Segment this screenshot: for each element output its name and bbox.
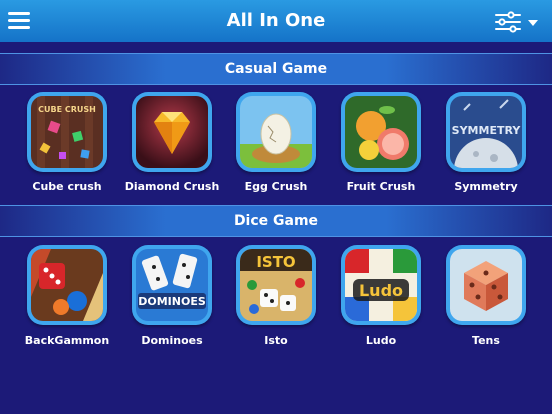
- game-tile-cube-crush[interactable]: CUBE CRUSH: [27, 92, 107, 172]
- domino-icon: DOMINOES: [136, 249, 208, 321]
- game-label: Dominoes: [141, 334, 203, 347]
- game-label: Egg Crush: [244, 180, 308, 193]
- game-label: BackGammon: [24, 334, 110, 347]
- game-tile-dominoes[interactable]: DOMINOES: [132, 245, 212, 325]
- dice-icon: [31, 249, 103, 321]
- game-label: Isto: [264, 334, 288, 347]
- app-header: All In One: [0, 0, 552, 42]
- ludo-art-text: Ludo: [359, 281, 403, 300]
- cube-crush-art-text: CUBE CRUSH: [38, 105, 96, 114]
- symmetry-art: SYMMETRY: [450, 96, 522, 168]
- game-tile-isto[interactable]: ISTO: [236, 245, 316, 325]
- game-label: Symmetry: [454, 180, 518, 193]
- section-header-casual: Casual Game: [0, 53, 552, 85]
- section-title: Casual Game: [224, 61, 328, 77]
- game-tile-tens[interactable]: [446, 245, 526, 325]
- page-title: All In One: [226, 10, 326, 31]
- isto-art: ISTO: [240, 249, 312, 321]
- section-title: Dice Game: [233, 213, 319, 229]
- isto-art-text: ISTO: [256, 253, 295, 271]
- section-header-dice: Dice Game: [0, 205, 552, 237]
- game-tile-ludo[interactable]: Ludo: [341, 245, 421, 325]
- game-label: Diamond Crush: [124, 180, 220, 193]
- game-tile-backgammon[interactable]: [27, 245, 107, 325]
- game-tile-fruit-crush[interactable]: [341, 92, 421, 172]
- fruit-icon: [345, 96, 417, 168]
- game-tile-egg-crush[interactable]: [236, 92, 316, 172]
- game-label: Cube crush: [32, 180, 102, 193]
- ludo-art: Ludo: [345, 249, 417, 321]
- game-label: Ludo: [365, 334, 397, 347]
- sliders-filter-icon[interactable]: [494, 11, 542, 33]
- game-label: Tens: [472, 334, 500, 347]
- game-tile-diamond-crush[interactable]: [132, 92, 212, 172]
- dominoes-art-text: DOMINOES: [138, 295, 206, 308]
- diamond-icon: [136, 96, 208, 168]
- game-tile-symmetry[interactable]: SYMMETRY: [446, 92, 526, 172]
- symmetry-art-text: SYMMETRY: [452, 124, 522, 137]
- dice-icon: [450, 249, 522, 321]
- game-label: Fruit Crush: [346, 180, 416, 193]
- egg-icon: [240, 96, 312, 168]
- cube-crush-art: CUBE CRUSH: [31, 96, 103, 168]
